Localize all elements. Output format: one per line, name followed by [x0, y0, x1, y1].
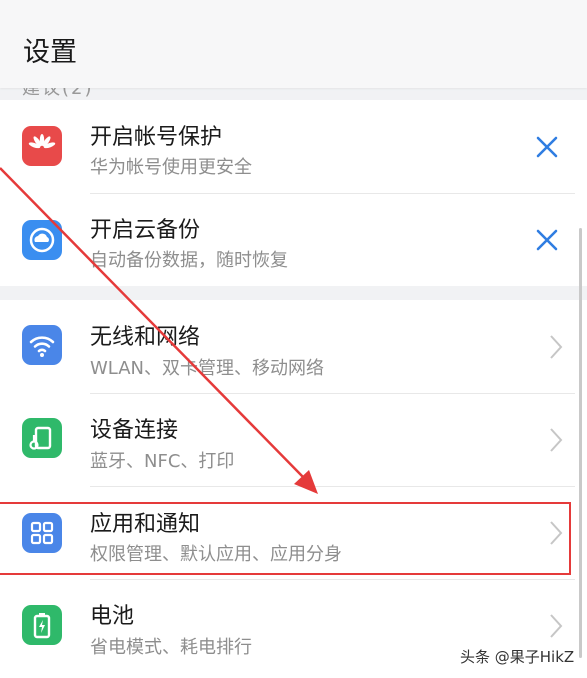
suggestion-title: 开启云备份: [90, 218, 201, 243]
annotation-highlight-box: [0, 502, 571, 575]
wifi-icon: [22, 325, 62, 365]
suggestion-cloud-backup[interactable]: 开启云备份 自动备份数据，随时恢复: [0, 193, 587, 285]
suggestion-subtitle: 华为帐号使用更安全: [90, 157, 252, 178]
suggestion-title: 开启帐号保护: [90, 125, 223, 150]
page-title: 设置: [23, 37, 77, 68]
cloud-backup-icon: [22, 220, 62, 260]
settings-item-wireless[interactable]: 无线和网络 WLAN、双卡管理、移动网络: [0, 300, 587, 392]
huawei-logo-icon: [22, 126, 62, 166]
close-icon[interactable]: [535, 135, 559, 159]
settings-item-device-connection[interactable]: 设备连接 蓝牙、NFC、打印: [0, 393, 587, 485]
settings-header: 设置: [0, 0, 587, 88]
settings-item-label: 电池: [90, 604, 135, 629]
scrollbar[interactable]: [579, 228, 582, 658]
settings-list: 无线和网络 WLAN、双卡管理、移动网络 设备连接 蓝牙、NFC、打印 应用和通…: [0, 300, 587, 678]
battery-icon: [22, 605, 62, 645]
settings-item-subtitle: WLAN、双卡管理、移动网络: [90, 358, 325, 379]
watermark: 头条 @果子HikZ: [458, 645, 577, 668]
chevron-right-icon: [550, 428, 563, 452]
suggestions-card: 开启帐号保护 华为帐号使用更安全 开启云备份 自动备份数据，随时恢复: [0, 100, 587, 286]
chevron-right-icon: [550, 335, 563, 359]
suggestion-subtitle: 自动备份数据，随时恢复: [90, 250, 288, 271]
settings-item-label: 无线和网络: [90, 325, 201, 350]
settings-item-label: 设备连接: [90, 418, 179, 443]
settings-item-subtitle: 省电模式、耗电排行: [90, 637, 252, 658]
settings-item-subtitle: 蓝牙、NFC、打印: [90, 451, 235, 472]
device-connection-icon: [22, 418, 62, 458]
chevron-right-icon: [550, 614, 563, 638]
suggestion-account-protection[interactable]: 开启帐号保护 华为帐号使用更安全: [0, 100, 587, 192]
close-icon[interactable]: [535, 228, 559, 252]
